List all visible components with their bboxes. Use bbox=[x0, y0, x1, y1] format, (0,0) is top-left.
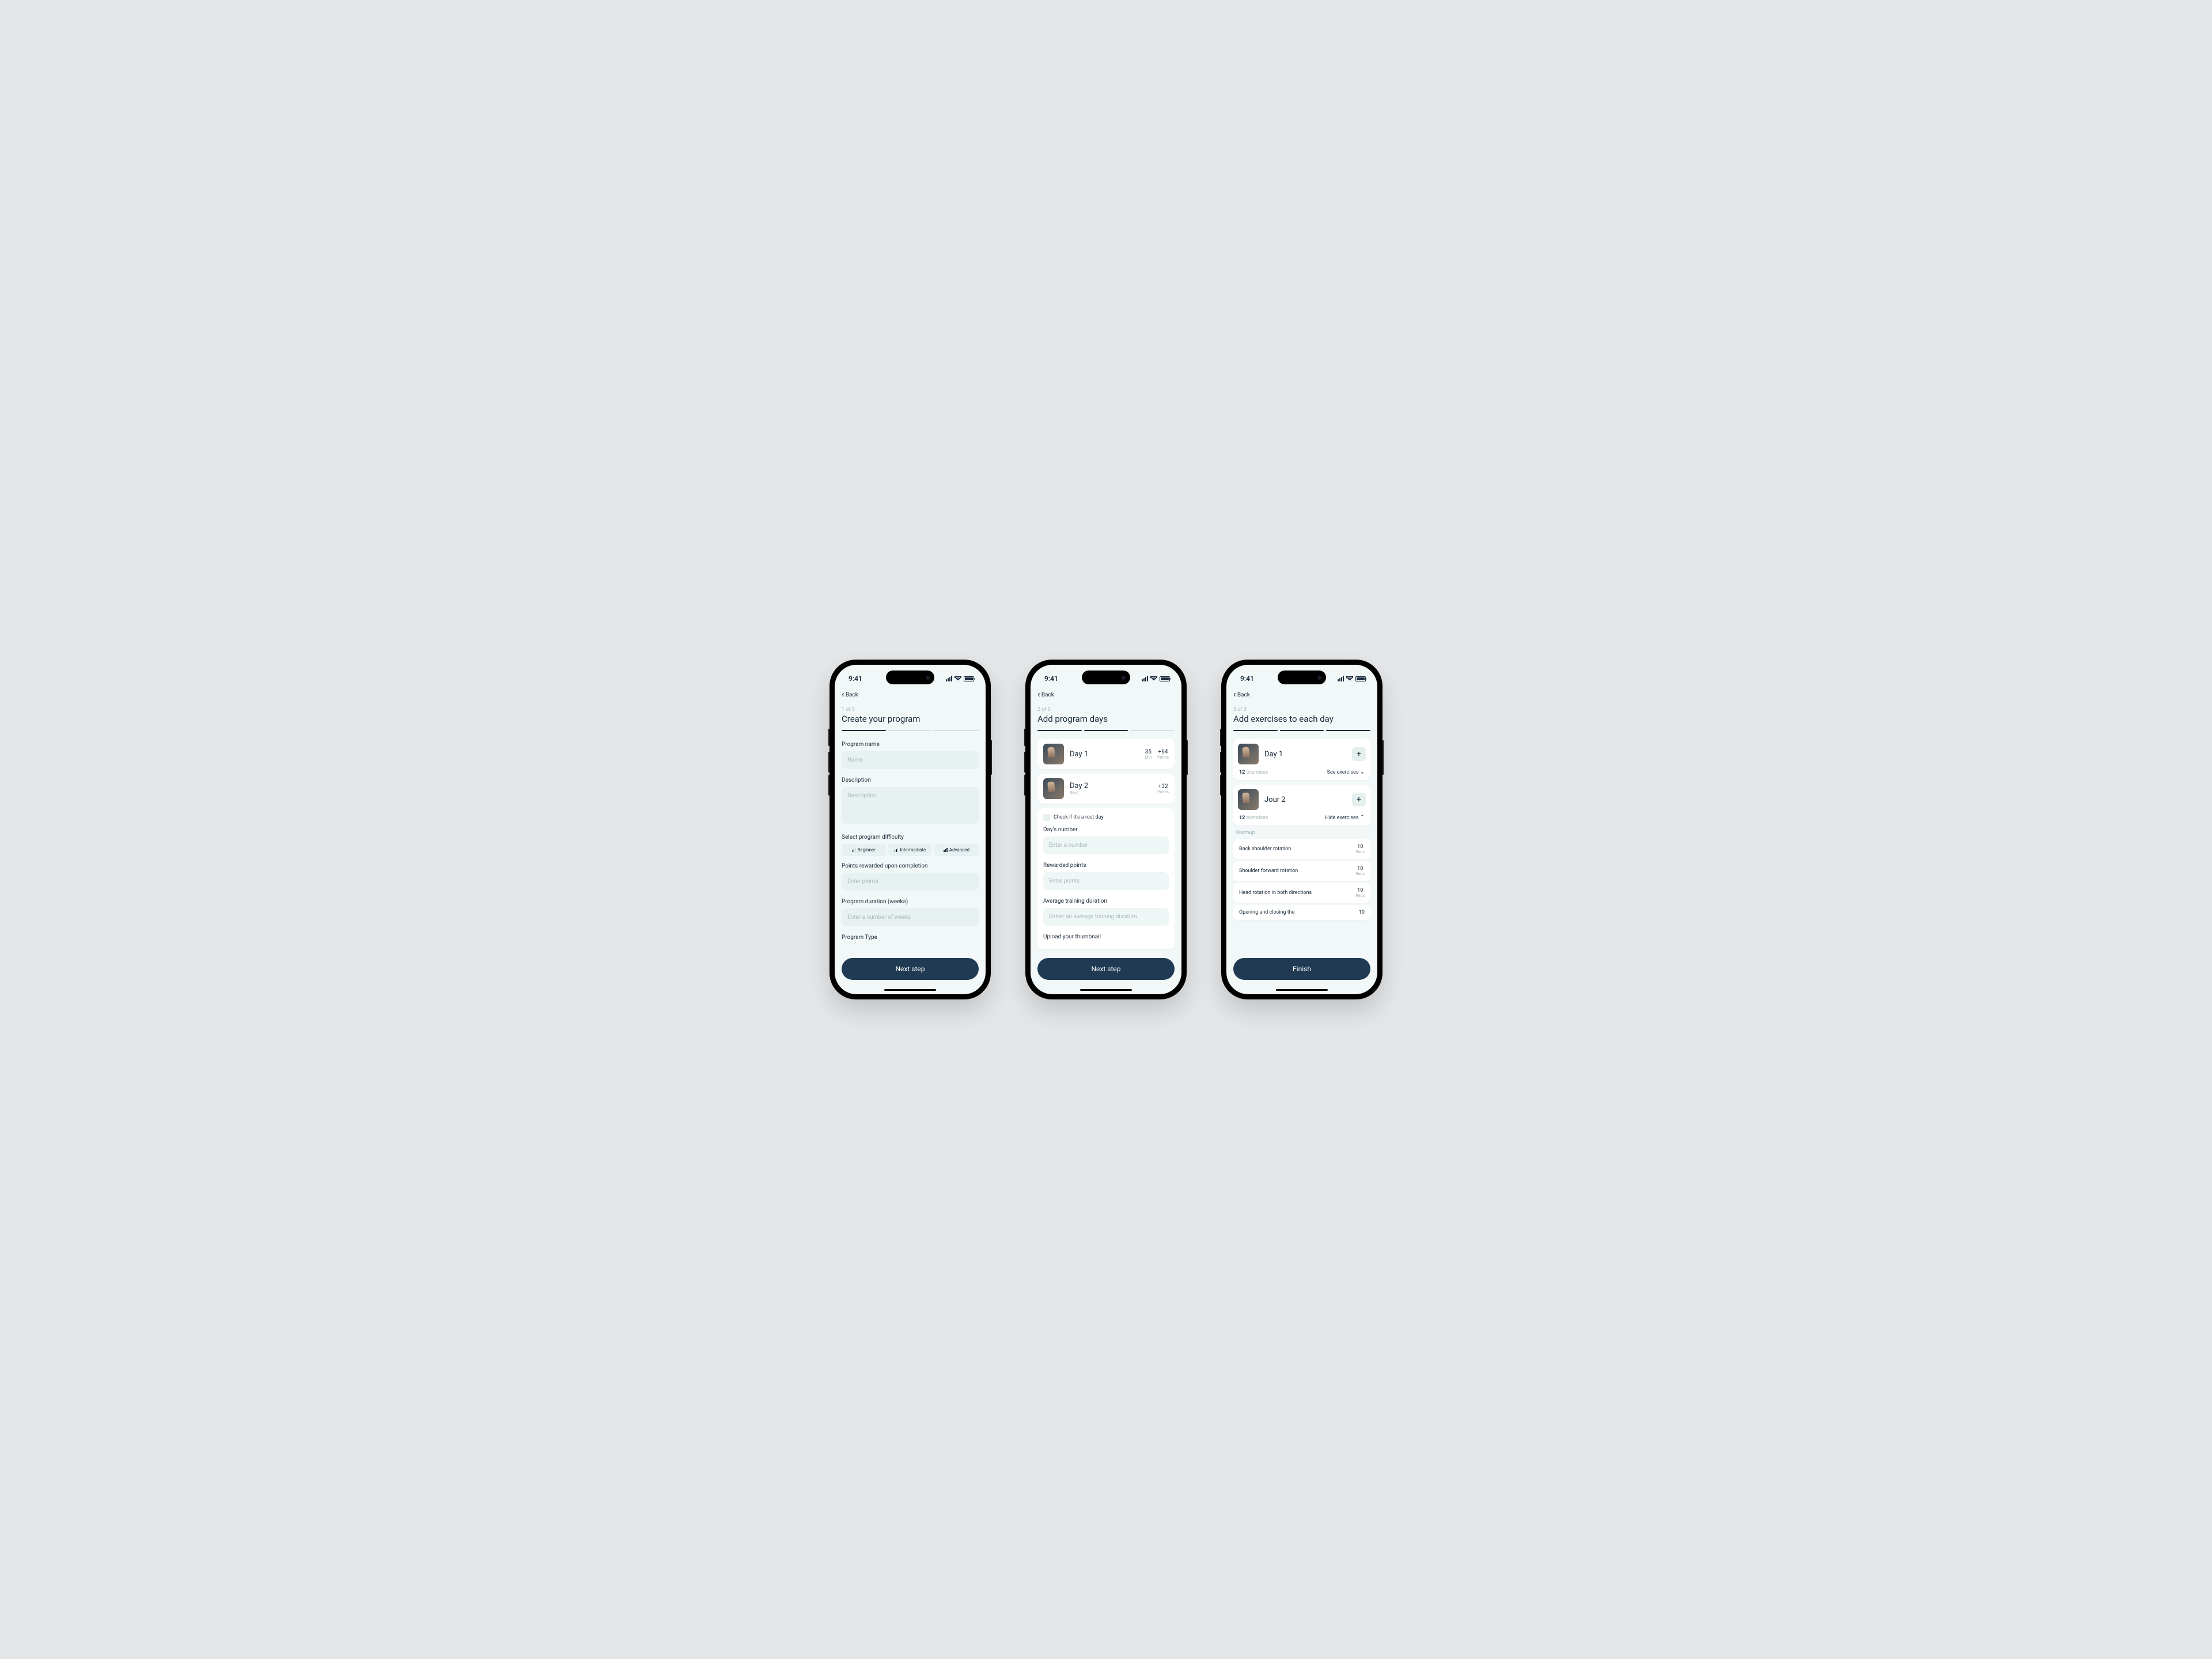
next-step-button[interactable]: Next step bbox=[1037, 958, 1175, 980]
day-card-2[interactable]: Day 2 Rest +32 Points bbox=[1037, 774, 1175, 804]
avg-duration-input[interactable] bbox=[1043, 908, 1169, 926]
home-indicator[interactable] bbox=[1080, 989, 1132, 991]
battery-icon bbox=[1160, 676, 1170, 681]
day-block-2: Jour 2 + 12 exercises Hide exercises ⌃ W… bbox=[1233, 785, 1370, 920]
home-indicator[interactable] bbox=[884, 989, 936, 991]
phone-mockup-2: 9:41 Back 2 of 3 Add program days bbox=[1025, 660, 1187, 999]
progress-bar bbox=[1233, 730, 1370, 731]
back-button[interactable]: Back bbox=[1233, 691, 1250, 699]
upload-label: Upload your thumbnail bbox=[1043, 934, 1169, 940]
duration-input[interactable] bbox=[842, 908, 979, 926]
day-form: Check if it's a rest day. Day's number R… bbox=[1037, 808, 1175, 949]
day-thumbnail bbox=[1238, 744, 1259, 764]
day-subtitle: Rest bbox=[1070, 790, 1152, 796]
back-label: Back bbox=[846, 692, 858, 698]
cellular-icon bbox=[1142, 676, 1148, 681]
page-title: Create your program bbox=[842, 714, 979, 724]
description-label: Description bbox=[842, 777, 979, 783]
day-block-1: Day 1 + 12 exercises See exercises ⌄ bbox=[1233, 739, 1370, 780]
cellular-icon bbox=[1338, 676, 1344, 681]
bars-icon bbox=[944, 848, 948, 852]
day-thumbnail bbox=[1043, 778, 1064, 799]
day-title: Day 2 bbox=[1070, 782, 1152, 790]
rewarded-points-input[interactable] bbox=[1043, 872, 1169, 890]
chevron-up-icon: ⌃ bbox=[1360, 815, 1365, 821]
wifi-icon bbox=[955, 676, 961, 681]
dynamic-island bbox=[1082, 671, 1130, 684]
rewarded-points-label: Rewarded points bbox=[1043, 862, 1169, 869]
phone-mockup-3: 9:41 Back 3 of 3 Add exercises to each d… bbox=[1221, 660, 1382, 999]
difficulty-intermediate[interactable]: Intermediate bbox=[888, 844, 933, 856]
cellular-icon bbox=[946, 676, 952, 681]
progress-bar bbox=[1037, 730, 1175, 731]
status-time: 9:41 bbox=[1044, 675, 1058, 683]
exercise-row[interactable]: Back shoulder rotation 10Reps bbox=[1233, 839, 1370, 859]
next-step-button[interactable]: Next step bbox=[842, 958, 979, 980]
wifi-icon bbox=[1346, 676, 1353, 681]
points-input[interactable] bbox=[842, 873, 979, 891]
page-title: Add exercises to each day bbox=[1233, 714, 1370, 724]
chevron-left-icon bbox=[842, 691, 844, 699]
back-label: Back bbox=[1237, 692, 1250, 698]
dynamic-island bbox=[886, 671, 934, 684]
day-card-1[interactable]: Day 1 35 Min +64 Points bbox=[1037, 739, 1175, 769]
day-number-input[interactable] bbox=[1043, 836, 1169, 854]
add-exercise-button[interactable]: + bbox=[1352, 747, 1366, 761]
status-time: 9:41 bbox=[849, 675, 862, 683]
exercise-count: 12 exercises bbox=[1239, 815, 1268, 821]
back-button[interactable]: Back bbox=[1037, 691, 1054, 699]
exercise-row[interactable]: Opening and closing the 10 bbox=[1233, 905, 1370, 920]
difficulty-label: Select program difficulty bbox=[842, 834, 979, 840]
hide-exercises-link[interactable]: Hide exercises ⌃ bbox=[1325, 815, 1365, 821]
exercise-row[interactable]: Shoulder forward rotation 10Reps bbox=[1233, 861, 1370, 881]
progress-bar bbox=[842, 730, 979, 731]
step-indicator: 3 of 3 bbox=[1233, 707, 1370, 713]
chevron-left-icon bbox=[1037, 691, 1040, 699]
day-title: Day 1 bbox=[1264, 750, 1346, 759]
exercise-section-header: Warmup bbox=[1236, 830, 1368, 836]
chevron-down-icon: ⌄ bbox=[1360, 769, 1365, 775]
difficulty-beginner[interactable]: Beginner bbox=[842, 844, 886, 856]
add-exercise-button[interactable]: + bbox=[1352, 793, 1366, 806]
day-title: Day 1 bbox=[1070, 750, 1139, 759]
dynamic-island bbox=[1278, 671, 1326, 684]
back-label: Back bbox=[1041, 692, 1054, 698]
chevron-left-icon bbox=[1233, 691, 1236, 699]
rest-day-label: Check if it's a rest day. bbox=[1054, 815, 1105, 820]
status-time: 9:41 bbox=[1240, 675, 1254, 683]
points-label: Points rewarded upon completion bbox=[842, 863, 979, 869]
back-button[interactable]: Back bbox=[842, 691, 858, 699]
battery-icon bbox=[1355, 676, 1366, 681]
program-name-input[interactable] bbox=[842, 751, 979, 769]
rest-day-checkbox[interactable] bbox=[1043, 814, 1050, 821]
step-indicator: 1 of 3 bbox=[842, 707, 979, 713]
avg-duration-label: Average training duration bbox=[1043, 898, 1169, 904]
day-title: Jour 2 bbox=[1264, 796, 1346, 804]
home-indicator[interactable] bbox=[1276, 989, 1328, 991]
duration-label: Program duration (weeks) bbox=[842, 899, 979, 905]
step-indicator: 2 of 3 bbox=[1037, 707, 1175, 713]
see-exercises-link[interactable]: See exercises ⌄ bbox=[1327, 769, 1365, 775]
difficulty-advanced[interactable]: Advanced bbox=[934, 844, 979, 856]
bars-icon bbox=[852, 848, 856, 852]
program-name-label: Program name bbox=[842, 741, 979, 748]
page-title: Add program days bbox=[1037, 714, 1175, 724]
day-thumbnail bbox=[1043, 744, 1064, 764]
battery-icon bbox=[964, 676, 974, 681]
program-type-label: Program Type bbox=[842, 934, 979, 941]
wifi-icon bbox=[1150, 676, 1157, 681]
exercise-row[interactable]: Head rotation in both directions 10Reps bbox=[1233, 883, 1370, 903]
bars-icon bbox=[895, 848, 899, 852]
day-number-label: Day's number bbox=[1043, 827, 1169, 833]
day-thumbnail bbox=[1238, 789, 1259, 810]
finish-button[interactable]: Finish bbox=[1233, 958, 1370, 980]
phone-mockup-1: 9:41 Back 1 of 3 Create your program Pro… bbox=[830, 660, 991, 999]
description-input[interactable] bbox=[842, 787, 979, 824]
exercise-count: 12 exercises bbox=[1239, 770, 1268, 775]
